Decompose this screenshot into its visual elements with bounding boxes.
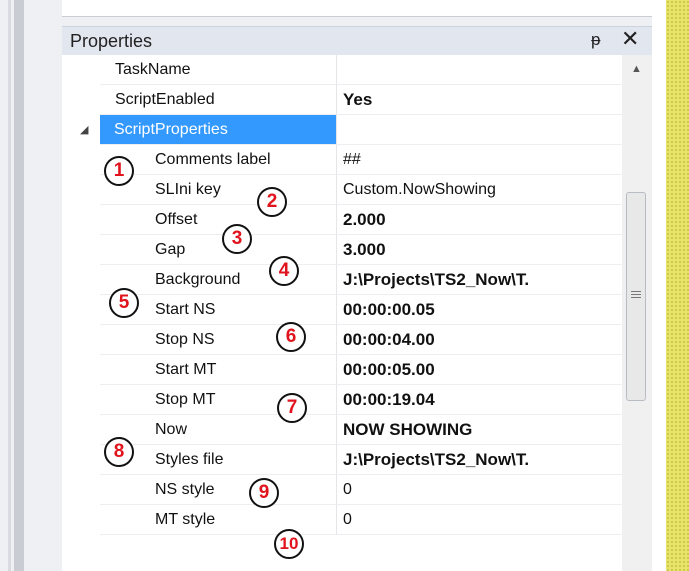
property-name: Background <box>155 271 241 288</box>
pin-icon[interactable]: ᵽ <box>591 30 600 50</box>
property-value[interactable]: J:\Projects\TS2_Now\T. <box>337 265 622 295</box>
property-name: TaskName <box>115 61 191 78</box>
property-name: ScriptEnabled <box>115 91 215 108</box>
property-row-gap[interactable]: Gap 3.000 <box>100 235 622 265</box>
annotation-badge-9: 9 <box>249 478 279 508</box>
property-value[interactable]: 00:00:19.04 <box>337 385 622 415</box>
scroll-up-arrow-icon[interactable]: ▲ <box>631 63 642 75</box>
property-name: Now <box>155 421 188 438</box>
property-name: NS style <box>155 481 215 498</box>
property-name: Stop NS <box>155 331 215 348</box>
property-name: Gap <box>155 241 186 258</box>
property-row-taskname[interactable]: TaskName <box>100 55 622 85</box>
property-row-stop-mt[interactable]: Stop MT 00:00:19.04 <box>100 385 622 415</box>
property-value[interactable]: 00:00:04.00 <box>337 325 622 355</box>
grip-line <box>631 297 641 298</box>
properties-panel: Properties ᵽ ✕ TaskName ScriptEnabled Ye… <box>62 17 652 571</box>
property-row-start-mt[interactable]: Start MT 00:00:05.00 <box>100 355 622 385</box>
property-value[interactable]: 2.000 <box>337 205 622 235</box>
property-value[interactable]: Yes <box>337 85 622 115</box>
property-name: Offset <box>155 211 198 228</box>
panel-title: Properties <box>70 31 153 51</box>
property-value[interactable]: NOW SHOWING <box>337 415 622 445</box>
scroll-thumb[interactable] <box>626 192 646 401</box>
property-value[interactable]: ## <box>337 145 622 175</box>
property-name: Start MT <box>155 361 217 378</box>
property-name: Stop MT <box>155 391 216 408</box>
property-row-mt-style[interactable]: MT style 0 <box>100 505 622 535</box>
property-row-now[interactable]: Now NOW SHOWING <box>100 415 622 445</box>
panel-header: Properties ᵽ ✕ <box>62 26 652 55</box>
property-value[interactable] <box>337 55 622 85</box>
property-value <box>337 115 622 145</box>
property-value[interactable]: Custom.NowShowing <box>337 175 622 205</box>
annotation-badge-1: 1 <box>104 156 134 186</box>
property-row-ns-style[interactable]: NS style 0 <box>100 475 622 505</box>
property-grid: TaskName ScriptEnabled Yes ◢ ScriptPrope… <box>62 55 652 571</box>
property-value[interactable]: 0 <box>337 475 622 505</box>
vertical-scrollbar[interactable]: ▲ <box>622 55 652 571</box>
property-row-background[interactable]: Background J:\Projects\TS2_Now\T. <box>100 265 622 295</box>
close-icon[interactable]: ✕ <box>621 28 639 50</box>
annotation-badge-10: 10 <box>274 529 304 559</box>
property-value[interactable]: J:\Projects\TS2_Now\T. <box>337 445 622 475</box>
annotation-badge-7: 7 <box>277 393 307 423</box>
property-row-comments-label[interactable]: Comments label ## <box>100 145 622 175</box>
annotation-badge-8: 8 <box>104 437 134 467</box>
property-value[interactable]: 3.000 <box>337 235 622 265</box>
property-row-stop-ns[interactable]: Stop NS 00:00:04.00 <box>100 325 622 355</box>
collapse-triangle-icon[interactable]: ◢ <box>80 123 88 136</box>
grip-line <box>631 291 641 292</box>
annotation-badge-5: 5 <box>109 288 139 318</box>
category-name: ScriptProperties <box>114 121 228 138</box>
top-pane-edge <box>62 0 652 17</box>
annotation-badge-3: 3 <box>222 224 252 254</box>
property-row-start-ns[interactable]: Start NS 00:00:00.05 <box>100 295 622 325</box>
right-dotted-stripe <box>666 0 689 571</box>
annotation-badge-6: 6 <box>276 322 306 352</box>
annotation-badge-2: 2 <box>257 187 287 217</box>
property-row-offset[interactable]: Offset 2.000 <box>100 205 622 235</box>
annotation-badge-4: 4 <box>269 256 299 286</box>
property-row-slini-key[interactable]: SLIni key Custom.NowShowing <box>100 175 622 205</box>
right-gap <box>652 0 666 571</box>
property-value[interactable]: 00:00:00.05 <box>337 295 622 325</box>
left-splitter[interactable] <box>14 0 24 571</box>
left-border <box>8 0 11 571</box>
property-row-scriptproperties[interactable]: ScriptProperties <box>100 115 622 145</box>
property-name: MT style <box>155 511 216 528</box>
property-value[interactable]: 00:00:05.00 <box>337 355 622 385</box>
property-row-styles-file[interactable]: Styles file J:\Projects\TS2_Now\T. <box>100 445 622 475</box>
property-row-scriptenabled[interactable]: ScriptEnabled Yes <box>100 85 622 115</box>
property-value[interactable]: 0 <box>337 505 622 535</box>
grip-line <box>631 294 641 295</box>
